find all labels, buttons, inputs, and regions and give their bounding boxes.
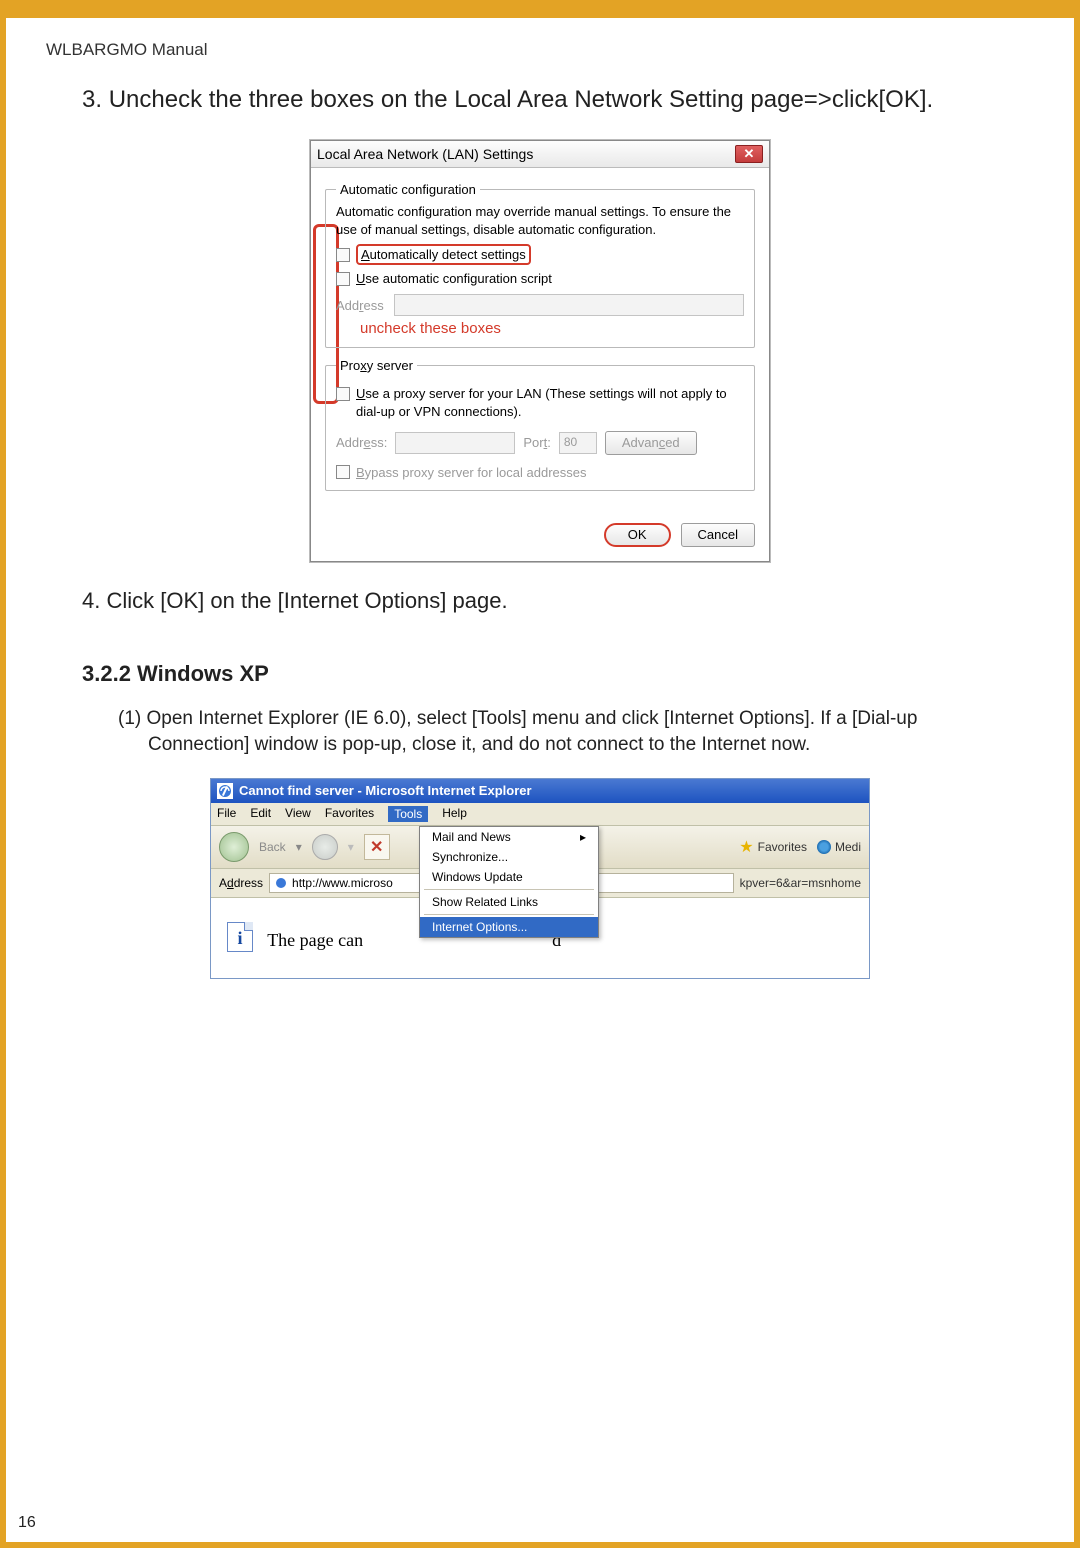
label-port: Port: <box>523 435 550 450</box>
menu-item-windows-update[interactable]: Windows Update <box>420 867 598 887</box>
toolbar-favorites[interactable]: ★ Favorites <box>739 837 807 857</box>
tools-dropdown: Mail and News▸ Synchronize... Windows Up… <box>419 826 599 938</box>
label-proxy-address: Address: <box>336 435 387 450</box>
cancel-button[interactable]: Cancel <box>681 523 755 547</box>
menu-file[interactable]: File <box>217 806 236 822</box>
back-label[interactable]: Back <box>259 840 286 854</box>
step-4-number: 4. <box>82 588 106 613</box>
label-use-proxy: Use a proxy server for your LAN (These s… <box>356 385 744 420</box>
dialog-titlebar: Local Area Network (LAN) Settings ✕ <box>311 141 769 168</box>
dialog-body: Automatic configuration Automatic config… <box>311 168 769 512</box>
menu-separator <box>424 889 594 890</box>
ie-title-text: Cannot find server - Microsoft Internet … <box>239 783 532 798</box>
body-1-number: (1) <box>118 708 147 729</box>
dialog-actions: OK Cancel <box>311 513 769 561</box>
media-icon <box>817 840 831 854</box>
ok-button[interactable]: OK <box>604 523 671 547</box>
menu-item-mail-news[interactable]: Mail and News▸ <box>420 827 598 847</box>
address-row: Address <box>336 294 744 316</box>
step-3: 3. Uncheck the three boxes on the Local … <box>82 84 982 116</box>
toolbar-media[interactable]: Medi <box>817 840 861 854</box>
ie-logo-icon <box>217 783 233 799</box>
proxy-address-row: Address: Port: 80 Advanced <box>336 431 744 455</box>
submenu-arrow-icon: ▸ <box>580 830 586 844</box>
forward-button-icon[interactable] <box>312 834 338 860</box>
star-icon: ★ <box>739 837 753 857</box>
lan-dialog: Local Area Network (LAN) Settings ✕ Auto… <box>310 140 770 561</box>
checkbox-icon[interactable] <box>336 248 350 262</box>
stop-button-icon[interactable]: ✕ <box>364 834 390 860</box>
address-input[interactable] <box>394 294 744 316</box>
address-label: Address <box>219 876 263 890</box>
ie-menubar: File Edit View Favorites Tools Help <box>211 803 869 826</box>
lan-dialog-screenshot: Local Area Network (LAN) Settings ✕ Auto… <box>40 140 1040 561</box>
ie-titlebar: Cannot find server - Microsoft Internet … <box>211 779 869 803</box>
label-address: Address <box>336 298 384 313</box>
group-automatic-configuration: Automatic configuration Automatic config… <box>325 182 755 348</box>
step-3-number: 3. <box>82 86 109 113</box>
checkbox-auto-detect-row[interactable]: Automatically detect settings <box>336 244 744 265</box>
section-heading-3-2-2: 3.2.2 Windows XP <box>82 661 1040 687</box>
page-number: 16 <box>18 1514 36 1532</box>
ie-window: Cannot find server - Microsoft Internet … <box>210 778 870 979</box>
address-fragment: kpver=6&ar=msnhome <box>740 876 861 890</box>
step-4: 4. Click [OK] on the [Internet Options] … <box>82 586 982 616</box>
label-use-script: Use automatic configuration script <box>356 271 552 286</box>
label-auto-detect: Automatically detect settings <box>356 244 531 265</box>
dropdown-arrow-icon[interactable]: ▾ <box>348 840 354 854</box>
content-text-left: The page can <box>267 930 363 950</box>
checkbox-use-script-row[interactable]: Use automatic configuration script <box>336 271 744 286</box>
checkbox-use-proxy-row[interactable]: Use a proxy server for your LAN (These s… <box>336 385 744 420</box>
menu-help[interactable]: Help <box>442 806 467 822</box>
proxy-port-input[interactable]: 80 <box>559 432 597 454</box>
proxy-address-input[interactable] <box>395 432 515 454</box>
info-page-icon: i <box>227 922 253 952</box>
close-icon[interactable]: ✕ <box>735 145 763 163</box>
annotation-uncheck-text: uncheck these boxes <box>360 320 744 337</box>
legend-proxy: Proxy server <box>336 358 417 373</box>
step-4-text: Click [OK] on the [Internet Options] pag… <box>106 588 507 613</box>
back-button-icon[interactable] <box>219 832 249 862</box>
legend-auto-config: Automatic configuration <box>336 182 480 197</box>
body-paragraph-1: (1) Open Internet Explorer (IE 6.0), sel… <box>118 706 998 757</box>
manual-page: WLBARGMO Manual 3. Uncheck the three box… <box>0 0 1080 1548</box>
page-header: WLBARGMO Manual <box>46 40 1040 60</box>
step-3-text: Uncheck the three boxes on the Local Are… <box>109 86 933 113</box>
dropdown-arrow-icon[interactable]: ▾ <box>296 840 302 854</box>
advanced-button[interactable]: Advanced <box>605 431 697 455</box>
address-text: http://www.microso <box>292 876 393 890</box>
checkbox-bypass-row[interactable]: Bypass proxy server for local addresses <box>336 465 744 480</box>
checkbox-icon[interactable] <box>336 465 350 479</box>
group-proxy-server: Proxy server Use a proxy server for your… <box>325 358 755 490</box>
checkbox-icon[interactable] <box>336 272 350 286</box>
menu-favorites[interactable]: Favorites <box>325 806 374 822</box>
menu-item-synchronize[interactable]: Synchronize... <box>420 847 598 867</box>
menu-separator <box>424 914 594 915</box>
ie-page-icon <box>274 876 288 890</box>
menu-item-related-links[interactable]: Show Related Links <box>420 892 598 912</box>
menu-item-internet-options[interactable]: Internet Options... <box>420 917 598 937</box>
menu-view[interactable]: View <box>285 806 311 822</box>
checkbox-icon[interactable] <box>336 387 350 401</box>
body-1-text: Open Internet Explorer (IE 6.0), select … <box>147 708 918 755</box>
ie-screenshot: Cannot find server - Microsoft Internet … <box>40 778 1040 979</box>
auto-config-description: Automatic configuration may override man… <box>336 203 744 238</box>
label-bypass: Bypass proxy server for local addresses <box>356 465 586 480</box>
dialog-title: Local Area Network (LAN) Settings <box>317 146 533 162</box>
menu-edit[interactable]: Edit <box>250 806 271 822</box>
menu-tools[interactable]: Tools <box>388 806 428 822</box>
ie-lower: Back ▾ ▾ ✕ ★ Favorites Medi Address <box>211 826 869 978</box>
